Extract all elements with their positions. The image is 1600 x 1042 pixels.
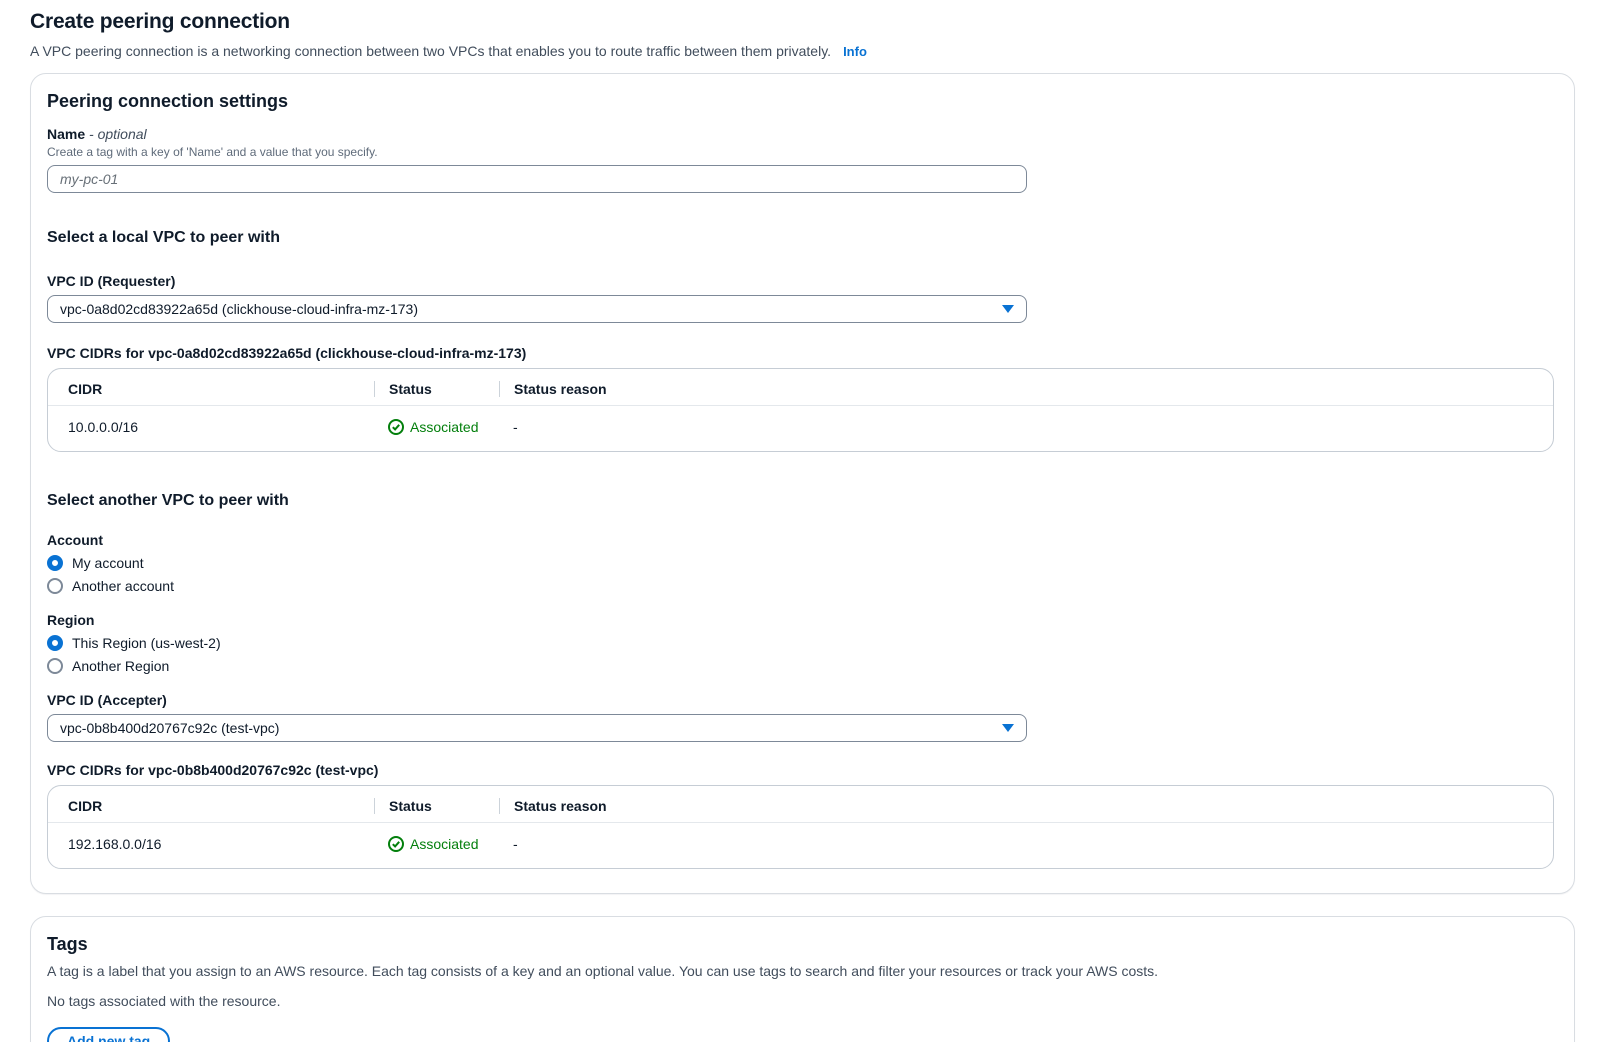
accepter-cidr-heading: VPC CIDRs for vpc-0b8b400d20767c92c (tes… [47,762,1554,778]
accepter-select[interactable]: vpc-0b8b400d20767c92c (test-vpc) [47,714,1027,742]
radio-unselected-icon[interactable] [47,578,63,594]
column-header-status-reason: Status reason [499,375,1553,406]
radio-my-account[interactable]: My account [47,555,1554,571]
requester-select-value: vpc-0a8d02cd83922a65d (clickhouse-cloud-… [60,301,418,317]
radio-unselected-icon[interactable] [47,658,63,674]
requester-select[interactable]: vpc-0a8d02cd83922a65d (clickhouse-cloud-… [47,295,1027,323]
status-cell: Associated [374,406,499,442]
status-reason-cell: - [499,823,1553,859]
name-label: Name - optional [47,126,1554,142]
radio-another-region[interactable]: Another Region [47,658,1554,674]
radio-selected-icon[interactable] [47,635,63,651]
status-badge: Associated [388,419,478,435]
name-optional-label: - optional [89,126,147,142]
table-header-row: CIDR Status Status reason [48,375,1553,406]
column-header-status: Status [374,792,499,823]
cidr-cell: 192.168.0.0/16 [48,823,374,859]
status-cell: Associated [374,823,499,859]
requester-cidr-table-card: CIDR Status Status reason 10.0.0.0/16 [47,368,1554,452]
info-link[interactable]: Info [843,44,867,59]
status-reason-cell: - [499,406,1553,442]
region-label: Region [47,612,1554,628]
requester-cidr-heading: VPC CIDRs for vpc-0a8d02cd83922a65d (cli… [47,345,1554,361]
settings-heading: Peering connection settings [47,91,1554,112]
status-text: Associated [410,419,478,435]
create-peering-connection-page: Create peering connection A VPC peering … [0,0,1600,1042]
page-subtitle-text: A VPC peering connection is a networking… [30,43,831,59]
check-circle-icon [388,836,404,852]
radio-another-region-label: Another Region [72,658,169,674]
page-subtitle: A VPC peering connection is a networking… [30,43,1575,59]
radio-this-region-label: This Region (us-west-2) [72,635,221,651]
accepter-cidr-table: CIDR Status Status reason 192.168.0.0/16 [48,792,1553,858]
cidr-cell: 10.0.0.0/16 [48,406,374,442]
another-vpc-heading: Select another VPC to peer with [47,492,1554,510]
column-header-status: Status [374,375,499,406]
table-row: 10.0.0.0/16 Associated [48,406,1553,442]
tags-heading: Tags [47,934,1554,955]
check-circle-icon [388,419,404,435]
local-vpc-heading: Select a local VPC to peer with [47,229,1554,247]
radio-another-account-label: Another account [72,578,174,594]
accepter-label: VPC ID (Accepter) [47,692,1554,708]
radio-my-account-label: My account [72,555,144,571]
requester-label: VPC ID (Requester) [47,273,1554,289]
radio-selected-icon[interactable] [47,555,63,571]
account-label: Account [47,532,1554,548]
tags-empty-text: No tags associated with the resource. [47,993,1554,1009]
radio-another-account[interactable]: Another account [47,578,1554,594]
tags-description: A tag is a label that you assign to an A… [47,963,1554,979]
peering-settings-card: Peering connection settings Name - optio… [30,73,1575,894]
add-new-tag-button[interactable]: Add new tag [47,1027,170,1042]
column-header-cidr: CIDR [48,792,374,823]
column-header-status-reason: Status reason [499,792,1553,823]
name-help-text: Create a tag with a key of 'Name' and a … [47,145,1554,159]
requester-cidr-table: CIDR Status Status reason 10.0.0.0/16 [48,375,1553,441]
chevron-down-icon [1002,305,1014,313]
column-header-cidr: CIDR [48,375,374,406]
tags-card: Tags A tag is a label that you assign to… [30,916,1575,1042]
name-input[interactable] [47,165,1027,193]
table-row: 192.168.0.0/16 Associated [48,823,1553,859]
table-header-row: CIDR Status Status reason [48,792,1553,823]
accepter-select-value: vpc-0b8b400d20767c92c (test-vpc) [60,720,279,736]
chevron-down-icon [1002,724,1014,732]
page-title: Create peering connection [30,10,1575,34]
status-text: Associated [410,836,478,852]
accepter-cidr-table-card: CIDR Status Status reason 192.168.0.0/16 [47,785,1554,869]
status-badge: Associated [388,836,478,852]
radio-this-region[interactable]: This Region (us-west-2) [47,635,1554,651]
